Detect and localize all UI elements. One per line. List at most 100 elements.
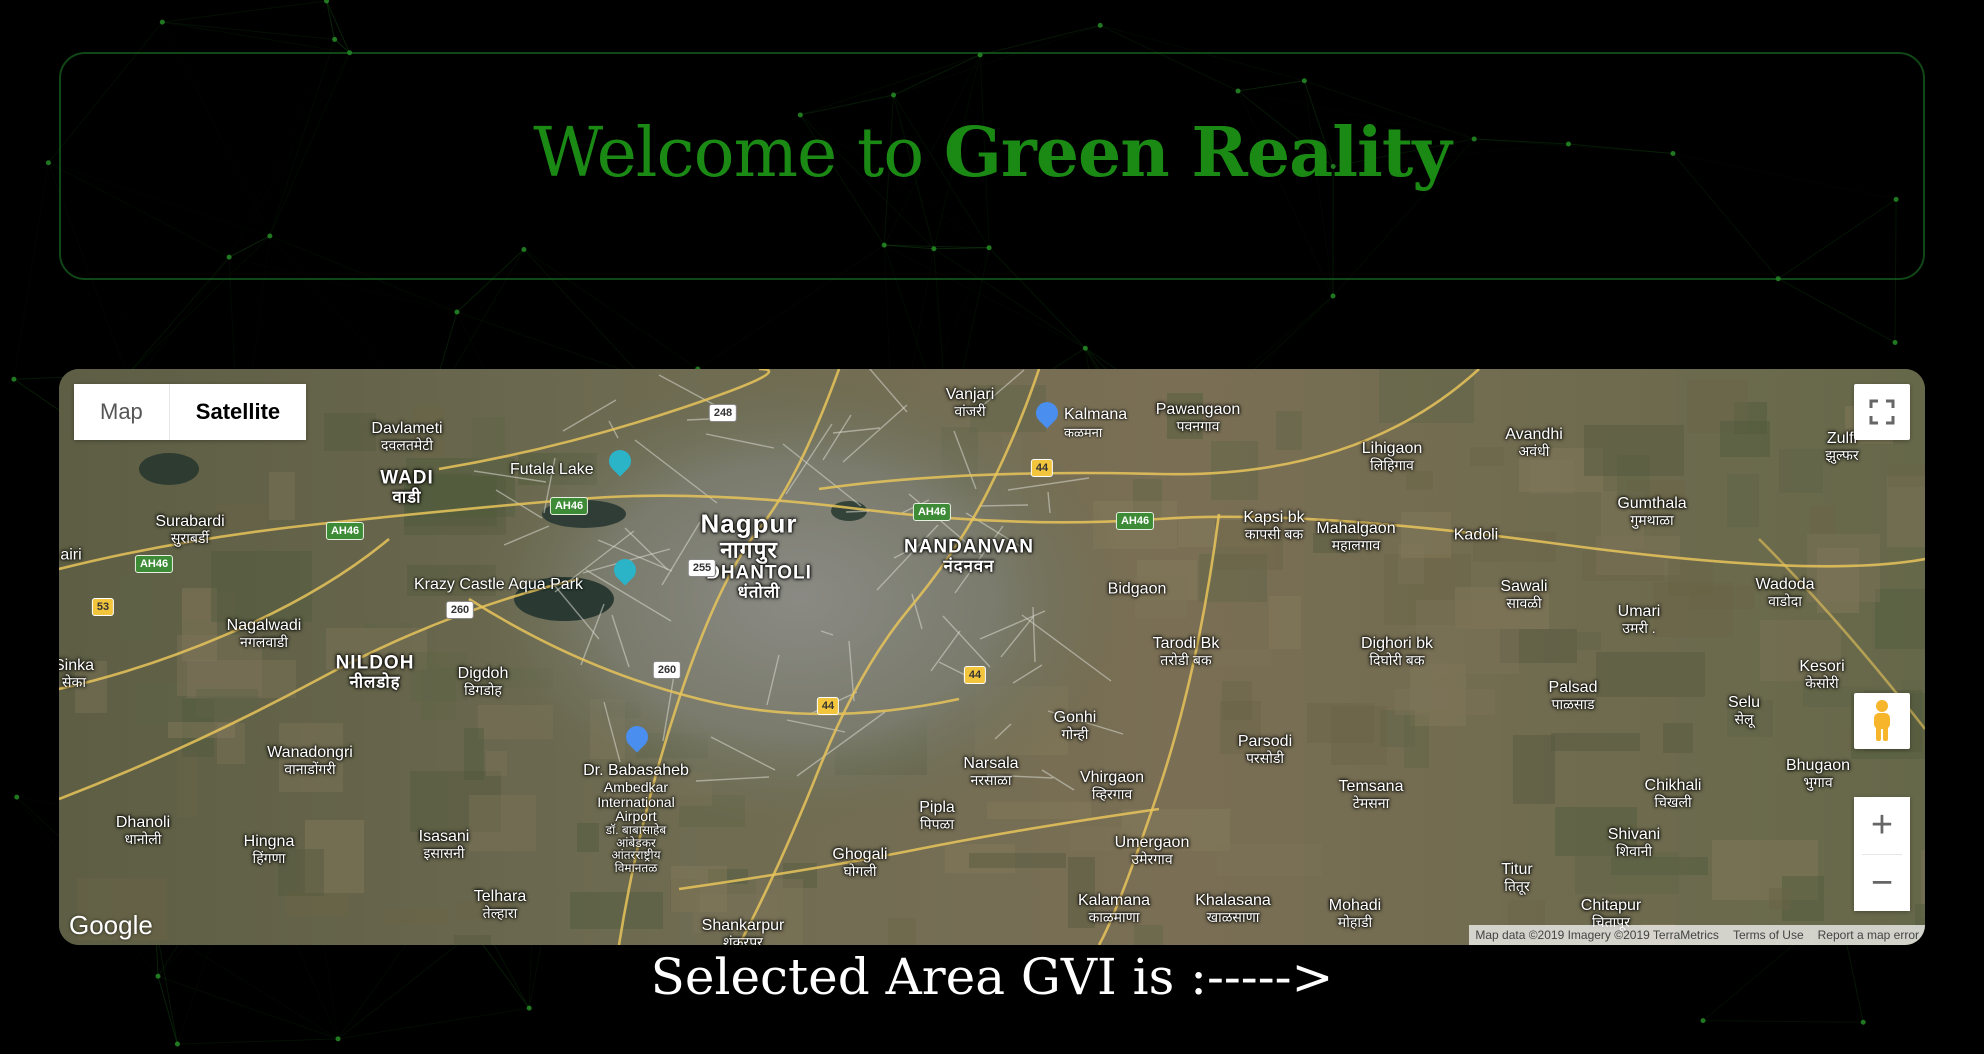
street xyxy=(845,510,870,513)
network-node xyxy=(11,376,17,382)
network-line xyxy=(162,21,350,54)
map-label-sinka: Sinka सेका xyxy=(59,657,95,691)
map-label-kalamana: Kalamana काळमाणा xyxy=(1077,892,1151,926)
terrain-patch xyxy=(324,413,376,451)
map-label-avandhi: Avandhi अवंधी xyxy=(1505,426,1563,460)
map-label-ghogali: Ghogali घोगली xyxy=(832,846,888,880)
map-attribution: Map data ©2019 Imagery ©2019 TerraMetric… xyxy=(1469,925,1925,945)
road-shield: AH46 xyxy=(912,503,952,521)
map-label-sawali: Sawali सावळी xyxy=(1500,578,1548,612)
terrain-patch xyxy=(269,472,295,520)
report-map-error-link[interactable]: Report a map error xyxy=(1818,928,1919,942)
map-label-umari: Umari उमरी . xyxy=(1617,603,1661,637)
terms-of-use-link[interactable]: Terms of Use xyxy=(1733,928,1804,942)
map-label-mohadi: Mohadi मोहाडी xyxy=(1328,897,1382,931)
map-view[interactable]: Nagpur नागपुर NANDANVAN नंदनवन DHANTOLI धंत… xyxy=(59,369,1925,945)
street xyxy=(686,418,710,421)
terrain-patch xyxy=(1470,447,1504,466)
map-label-nandanvan: NANDANVAN नंदनवन xyxy=(903,536,1035,576)
network-line xyxy=(337,1007,530,1040)
terrain-patch xyxy=(1401,512,1451,558)
google-logo: Google xyxy=(69,910,153,940)
network-line xyxy=(326,0,336,40)
map-label-wadoda: Wadoda वाडोदा xyxy=(1755,576,1815,610)
map-label-kapsi: Kapsi bk कापसी बक xyxy=(1243,509,1305,543)
map-label-titur: Titur तितूर xyxy=(1501,861,1533,895)
map-label-nildoh: NILDOH नीलडोह xyxy=(335,652,415,692)
map-label-digdoh: Digdoh डिगडोह xyxy=(457,665,509,699)
terrain-patch xyxy=(1584,425,1684,476)
map-label-dhantoli: DHANTOLI धंतोली xyxy=(706,562,812,602)
terrain-patch xyxy=(570,892,663,929)
network-line xyxy=(457,312,698,369)
welcome-title: Welcome to Green Reality xyxy=(533,113,1452,193)
road-shield: AH46 xyxy=(549,497,589,515)
map-label-pipla: Pipla पिपळा xyxy=(919,799,955,833)
zoom-in-button[interactable]: + xyxy=(1854,797,1910,854)
network-node xyxy=(526,1005,532,1011)
network-line xyxy=(980,24,1101,56)
terrain-patch xyxy=(1668,559,1713,596)
map-label-shankarpur: Shankarpur शंकरपूर xyxy=(701,917,785,945)
map-label-bidgaon: Bidgaon xyxy=(1107,580,1167,598)
road-shield: AH46 xyxy=(325,522,365,540)
terrain-patch xyxy=(1276,411,1302,450)
map-label-temsana: Temsana टेमसना xyxy=(1338,778,1404,812)
road-shield: 248 xyxy=(708,404,738,422)
network-line xyxy=(326,0,351,53)
map-label-surabardi: Surabardi सुराबर्डी xyxy=(155,513,225,547)
pegman-icon xyxy=(1874,700,1890,741)
terrain-patch xyxy=(1551,733,1640,751)
terrain-patch xyxy=(987,802,1091,819)
terrain-patch xyxy=(1379,369,1474,423)
road-shield: 255 xyxy=(687,559,717,577)
map-label-mahalgaon: Mahalgaon महालगाव xyxy=(1316,520,1396,554)
map-label-parsodi: Parsodi परसोडी xyxy=(1237,733,1293,767)
pond xyxy=(139,453,199,485)
street xyxy=(979,504,1029,507)
terrain-patch xyxy=(1269,596,1301,649)
terrain-patch xyxy=(211,551,312,622)
terrain-patch xyxy=(1513,735,1555,804)
terrain-patch xyxy=(1875,589,1925,649)
terrain-patch xyxy=(1217,844,1322,876)
terrain-patch xyxy=(1596,652,1705,697)
terrain-patch xyxy=(1779,449,1823,493)
terrain-patch xyxy=(1307,703,1374,743)
network-node xyxy=(1330,293,1336,299)
street-view-button[interactable] xyxy=(1854,693,1910,749)
network-line xyxy=(162,21,335,40)
terrain-patch xyxy=(464,728,484,780)
map-data-attribution: Map data ©2019 Imagery ©2019 TerraMetric… xyxy=(1475,928,1719,942)
map-label-dhanoli: Dhanoli धानोली xyxy=(115,814,171,848)
network-line xyxy=(1703,1020,1864,1023)
map-label-wadi: WADI वाडी xyxy=(380,467,434,507)
map-type-map-button[interactable]: Map xyxy=(74,384,169,440)
road-shield: 44 xyxy=(963,666,987,684)
welcome-banner: Welcome to Green Reality xyxy=(59,52,1925,280)
network-node xyxy=(174,1041,180,1047)
road-shield: AH46 xyxy=(1115,512,1155,530)
terrain-patch xyxy=(1663,723,1693,753)
map-label-khalasana: Khalasana खाळसाणा xyxy=(1195,892,1271,926)
network-node xyxy=(1097,22,1103,28)
map-label-airport: Dr. Babasaheb Ambedkar International Airpor… xyxy=(583,762,689,876)
road-shield: 44 xyxy=(1030,459,1054,477)
network-node xyxy=(1860,1019,1866,1025)
network-node xyxy=(454,309,460,315)
map-label-davlameti: Davlameti दवलतमेटी xyxy=(371,420,443,454)
map-label-pawangaon: Pawangaon पवनगाव xyxy=(1155,401,1241,435)
network-line xyxy=(456,311,643,378)
map-label-isasani: Isasani इसासनी xyxy=(418,828,470,862)
map-type-satellite-button[interactable]: Satellite xyxy=(168,384,307,440)
map-label-palsad: Palsad पाळसाड xyxy=(1548,679,1598,713)
zoom-out-button[interactable]: − xyxy=(1854,854,1910,911)
terrain-patch xyxy=(1406,471,1433,490)
terrain-patch xyxy=(196,689,258,717)
map-label-narsala: Narsala नरसाळा xyxy=(963,755,1019,789)
map-label-kesori: Kesori केसोरी xyxy=(1799,658,1845,692)
network-node xyxy=(332,36,338,42)
map-label-kadoli: Kadoli xyxy=(1453,526,1499,544)
terrain-patch xyxy=(177,751,197,817)
fullscreen-button[interactable] xyxy=(1854,384,1910,440)
